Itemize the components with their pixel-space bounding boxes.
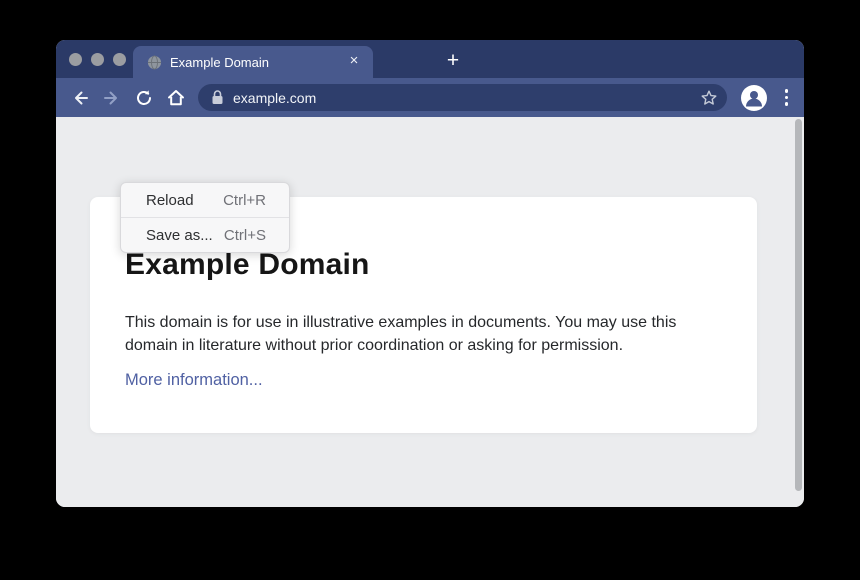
vertical-scrollbar-thumb[interactable] bbox=[795, 119, 802, 491]
back-button[interactable] bbox=[64, 82, 96, 114]
browser-toolbar: example.com bbox=[56, 78, 804, 117]
home-icon bbox=[166, 88, 186, 108]
maximize-window-button[interactable] bbox=[113, 53, 126, 66]
menu-item-shortcut: Ctrl+S bbox=[224, 227, 266, 244]
globe-favicon-icon bbox=[147, 55, 162, 70]
bookmark-star-icon[interactable] bbox=[700, 89, 718, 107]
arrow-left-icon bbox=[70, 88, 90, 108]
reload-icon bbox=[134, 88, 154, 108]
kebab-dot bbox=[785, 96, 789, 100]
browser-window: Example Domain × + bbox=[56, 40, 804, 507]
new-tab-button[interactable]: + bbox=[440, 48, 466, 74]
profile-avatar-icon[interactable] bbox=[741, 85, 767, 111]
tab-example-domain[interactable]: Example Domain × bbox=[133, 46, 373, 78]
browser-menu-button[interactable] bbox=[781, 85, 793, 110]
menu-item-label: Reload bbox=[146, 192, 194, 209]
minimize-window-button[interactable] bbox=[91, 53, 104, 66]
kebab-dot bbox=[785, 102, 789, 106]
tab-title: Example Domain bbox=[170, 55, 345, 70]
context-menu: Reload Ctrl+R Save as... Ctrl+S bbox=[120, 182, 290, 253]
reload-button[interactable] bbox=[128, 82, 160, 114]
context-menu-item-save-as[interactable]: Save as... Ctrl+S bbox=[121, 217, 289, 252]
arrow-right-icon bbox=[102, 88, 122, 108]
menu-item-shortcut: Ctrl+R bbox=[223, 192, 266, 209]
title-bar: Example Domain × + bbox=[56, 40, 804, 78]
tab-close-icon[interactable]: × bbox=[345, 53, 363, 71]
menu-item-label: Save as... bbox=[146, 227, 213, 244]
url-text: example.com bbox=[233, 90, 700, 106]
address-bar[interactable]: example.com bbox=[198, 84, 727, 111]
traffic-lights bbox=[69, 53, 126, 66]
forward-button[interactable] bbox=[96, 82, 128, 114]
kebab-dot bbox=[785, 89, 789, 93]
more-information-link[interactable]: More information... bbox=[125, 371, 263, 390]
home-button[interactable] bbox=[160, 82, 192, 114]
page-viewport: Example Domain This domain is for use in… bbox=[56, 117, 804, 507]
close-window-button[interactable] bbox=[69, 53, 82, 66]
lock-icon bbox=[211, 90, 224, 105]
page-paragraph: This domain is for use in illustrative e… bbox=[125, 311, 721, 357]
context-menu-item-reload[interactable]: Reload Ctrl+R bbox=[121, 183, 289, 217]
